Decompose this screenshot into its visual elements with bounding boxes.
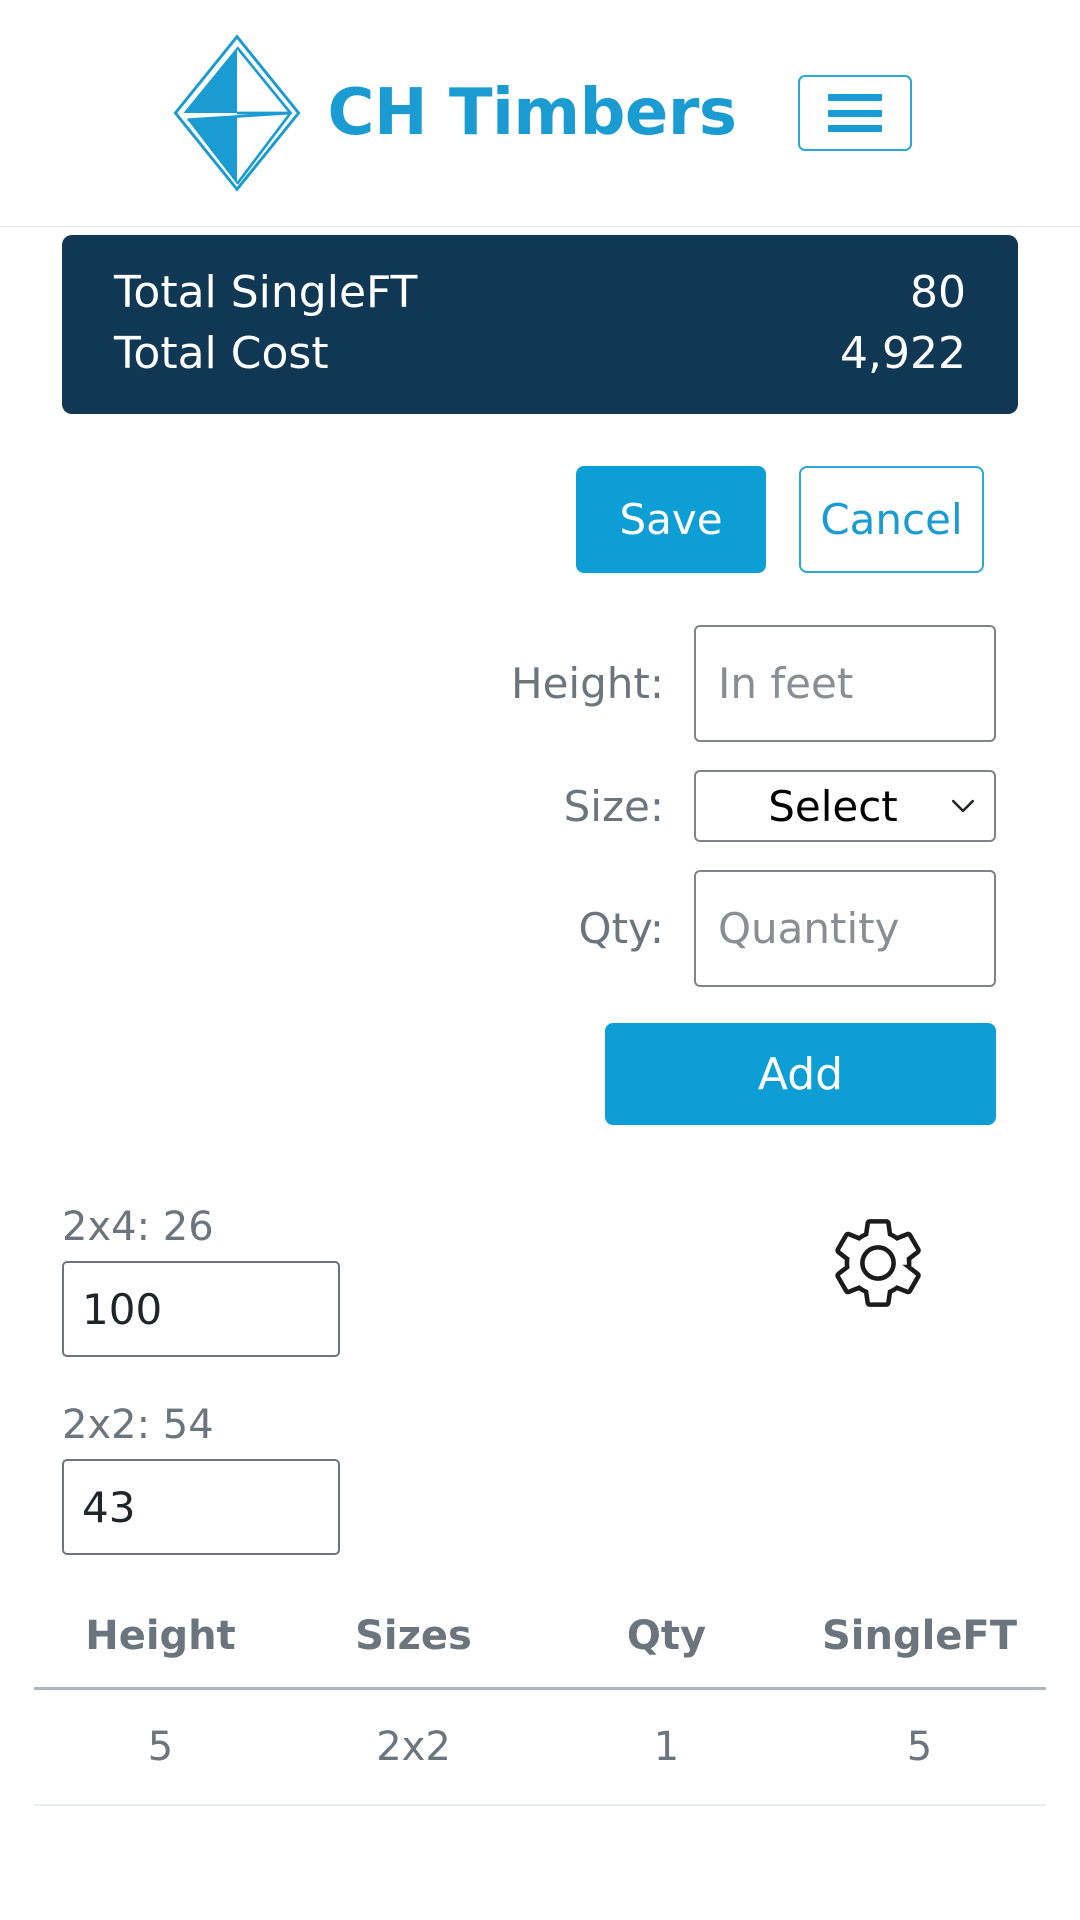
total-singleft-value: 80 [910,267,966,318]
size-select-value: Select [768,781,898,831]
qty-row: Qty: [0,870,996,988]
settings-gear-button[interactable] [826,1211,930,1315]
total-cost-label: Total Cost [114,327,329,379]
cell-sizes: 2x2 [287,1688,540,1807]
stock-section: 2x4: 26 2x2: 54 [0,1203,1080,1556]
brand-name: CH Timbers [327,76,737,150]
diamond-logo-icon [173,34,301,192]
height-input[interactable] [694,625,996,743]
stock-price-input[interactable] [62,1459,340,1556]
cell-qty: 1 [540,1688,793,1807]
qty-input[interactable] [694,870,996,988]
brand[interactable]: CH Timbers [168,34,737,192]
gear-icon [835,1219,921,1308]
height-label: Height: [511,659,664,709]
cell-singleft: 5 [793,1688,1046,1807]
size-select[interactable]: Select [694,770,996,843]
hamburger-menu-icon [828,94,883,132]
add-button[interactable]: Add [605,1023,996,1126]
size-label: Size: [563,781,664,831]
totals-card: Total SingleFT 80 Total Cost 4,922 [62,235,1018,415]
entry-form: Height: Size: Select Qty: Add [0,625,1080,1126]
summary-section: Total SingleFT 80 Total Cost 4,922 [0,235,1080,415]
save-button[interactable]: Save [576,466,766,574]
size-row: Size: Select [0,770,996,843]
total-singleft-row: Total SingleFT 80 [114,263,966,324]
stock-label: 2x2: 54 [62,1402,214,1449]
cancel-button[interactable]: Cancel [799,466,984,574]
form-actions: Save Cancel [0,466,1080,574]
column-header-qty: Qty [540,1613,793,1691]
chevron-down-icon [951,800,975,813]
table-header-row: Height Sizes Qty SingleFT [34,1613,1046,1691]
table-body: 5 2x2 1 5 [34,1688,1046,1807]
entries-table: Height Sizes Qty SingleFT 5 2x2 1 5 [34,1613,1046,1807]
table-head: Height Sizes Qty SingleFT [34,1613,1046,1691]
cell-height: 5 [34,1688,287,1807]
site-header: CH Timbers [0,0,1080,227]
qty-label: Qty: [578,904,664,954]
height-row: Height: [0,625,996,743]
hamburger-menu-button[interactable] [798,75,913,151]
column-header-sizes: Sizes [287,1613,540,1691]
total-cost-row: Total Cost 4,922 [114,324,966,385]
table-row[interactable]: 5 2x2 1 5 [34,1688,1046,1807]
column-header-height: Height [34,1613,287,1691]
stock-item: 2x2: 54 [62,1401,1018,1556]
stock-price-input[interactable] [62,1261,340,1358]
app-page: CH Timbers Total SingleFT 80 Total Cost … [0,0,1080,1920]
total-singleft-label: Total SingleFT [114,267,418,318]
column-header-singleft: SingleFT [793,1613,1046,1691]
total-cost-value: 4,922 [840,327,966,379]
